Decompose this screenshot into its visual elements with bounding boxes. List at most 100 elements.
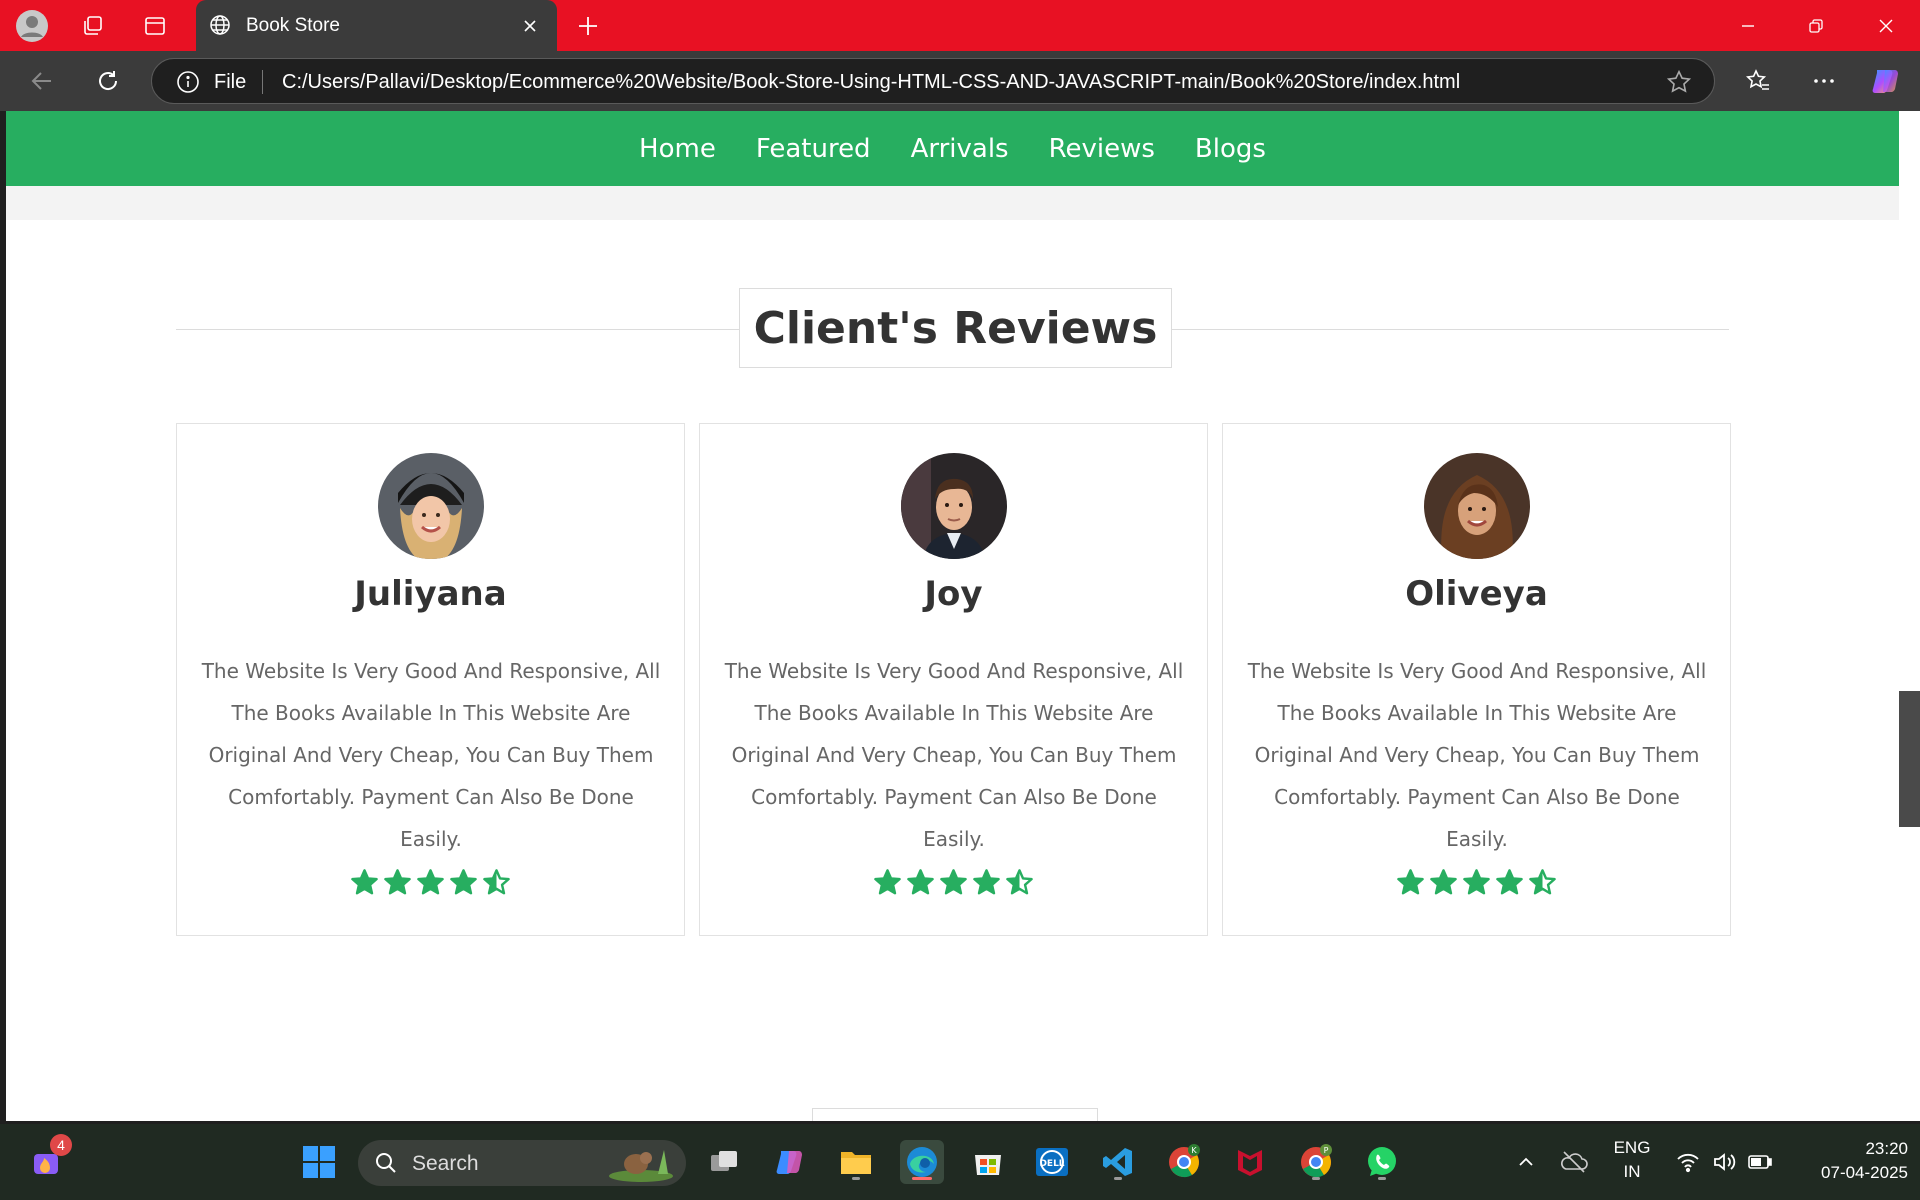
review-text: The Website Is Very Good And Responsive,…: [1247, 659, 1707, 851]
back-arrow-icon[interactable]: [22, 61, 62, 101]
copilot-app-icon[interactable]: [768, 1140, 812, 1184]
running-indicator: [852, 1177, 860, 1180]
running-indicator: [1312, 1177, 1320, 1180]
review-text: The Website Is Very Good And Responsive,…: [724, 659, 1184, 851]
refresh-icon[interactable]: [88, 61, 128, 101]
star-full-icon: [351, 869, 378, 895]
search-highlight-icon: [606, 1144, 676, 1187]
store-icon[interactable]: [966, 1140, 1010, 1184]
reviewer-avatar: [1424, 453, 1530, 559]
star-half-icon: [1529, 869, 1556, 895]
taskbar-search[interactable]: Search: [358, 1140, 686, 1186]
svg-text:P: P: [1324, 1146, 1329, 1155]
svg-text:K: K: [1191, 1146, 1197, 1155]
star-full-icon: [1397, 869, 1424, 895]
globe-icon: [208, 13, 232, 42]
section-heading: Client's Reviews: [739, 288, 1172, 368]
info-icon[interactable]: [176, 70, 200, 99]
nav-arrivals[interactable]: Arrivals: [911, 134, 1009, 164]
review-card: Oliveya The Website Is Very Good And Res…: [1222, 423, 1731, 936]
nav-featured[interactable]: Featured: [756, 134, 871, 164]
battery-icon[interactable]: [1738, 1140, 1782, 1184]
onedrive-icon[interactable]: [1552, 1140, 1596, 1184]
nav-blogs[interactable]: Blogs: [1195, 134, 1266, 164]
tab-actions-icon[interactable]: [135, 6, 175, 46]
nav-home[interactable]: Home: [639, 134, 716, 164]
dell-icon[interactable]: DELL: [1030, 1140, 1074, 1184]
favorites-icon[interactable]: [1738, 61, 1778, 101]
reviewer-name: Oliveya: [1405, 574, 1548, 614]
page-viewport: Home Featured Arrivals Reviews Blogs Cli…: [6, 111, 1920, 1121]
address-bar-row: File C:/Users/Pallavi/Desktop/Ecommerce%…: [0, 51, 1920, 111]
section-divider: [6, 186, 1899, 220]
svg-text:DELL: DELL: [1039, 1159, 1064, 1169]
star-full-icon: [973, 869, 1000, 895]
chrome-profile-p-icon[interactable]: P: [1294, 1140, 1338, 1184]
close-window-icon[interactable]: [1852, 0, 1920, 51]
clock-time: 23:20: [1865, 1139, 1908, 1158]
more-options-icon[interactable]: [1804, 61, 1844, 101]
mcafee-icon[interactable]: [1228, 1140, 1272, 1184]
review-text: The Website Is Very Good And Responsive,…: [201, 659, 661, 851]
running-indicator: [1114, 1177, 1122, 1180]
favorite-star-icon[interactable]: [1666, 69, 1692, 100]
nav-reviews[interactable]: Reviews: [1049, 134, 1155, 164]
active-indicator: [912, 1177, 932, 1180]
star-full-icon: [874, 869, 901, 895]
site-navbar: Home Featured Arrivals Reviews Blogs: [6, 111, 1899, 186]
taskbar: 4 Search DELL K P ENG IN 23:20 07-04-202…: [0, 1124, 1920, 1200]
whatsapp-icon[interactable]: [1360, 1140, 1404, 1184]
reviewer-avatar: [378, 453, 484, 559]
close-tab-icon[interactable]: [516, 12, 544, 40]
chrome-profile-k-icon[interactable]: K: [1162, 1140, 1206, 1184]
star-full-icon: [907, 869, 934, 895]
language-code: ENG: [1613, 1138, 1651, 1157]
address-scheme-label: File: [214, 71, 247, 93]
star-full-icon: [1496, 869, 1523, 895]
title-bar: Book Store: [0, 0, 1920, 51]
copilot-icon[interactable]: [1866, 61, 1906, 101]
reviewer-name: Joy: [924, 574, 983, 614]
clock[interactable]: 23:20 07-04-2025: [1790, 1139, 1908, 1183]
task-view-icon[interactable]: [702, 1140, 746, 1184]
scrollbar-track[interactable]: [1899, 111, 1920, 1121]
review-card: Joy The Website Is Very Good And Respons…: [699, 423, 1208, 936]
file-explorer-icon[interactable]: [834, 1140, 878, 1184]
star-full-icon: [417, 869, 444, 895]
address-separator: [262, 70, 263, 94]
edge-icon[interactable]: [900, 1140, 944, 1184]
tab-title: Book Store: [246, 15, 340, 36]
star-full-icon: [1463, 869, 1490, 895]
star-full-icon: [1430, 869, 1457, 895]
scrollbar-thumb[interactable]: [1899, 691, 1920, 827]
star-half-icon: [1006, 869, 1033, 895]
search-placeholder: Search: [412, 1152, 479, 1175]
star-full-icon: [384, 869, 411, 895]
start-windows-icon[interactable]: [297, 1140, 341, 1184]
language-indicator[interactable]: ENG IN: [1606, 1138, 1658, 1182]
notification-badge: 4: [50, 1134, 72, 1156]
workspaces-icon[interactable]: [73, 6, 113, 46]
reviewer-name: Juliyana: [354, 574, 507, 614]
star-full-icon: [450, 869, 477, 895]
rating-stars: [177, 868, 684, 897]
next-section-heading: [812, 1108, 1098, 1121]
minimize-icon[interactable]: [1714, 0, 1782, 51]
clock-date: 07-04-2025: [1821, 1163, 1908, 1182]
review-card: Juliyana The Website Is Very Good And Re…: [176, 423, 685, 936]
widgets-icon[interactable]: 4: [26, 1134, 72, 1184]
profile-avatar-icon[interactable]: [12, 6, 52, 46]
rating-stars: [700, 868, 1207, 897]
chevron-up-icon[interactable]: [1504, 1140, 1548, 1184]
url-text[interactable]: C:/Users/Pallavi/Desktop/Ecommerce%20Web…: [282, 71, 1460, 94]
search-icon: [374, 1151, 398, 1180]
rating-stars: [1223, 868, 1730, 897]
address-bar[interactable]: File C:/Users/Pallavi/Desktop/Ecommerce%…: [151, 58, 1715, 104]
star-half-icon: [483, 869, 510, 895]
star-full-icon: [940, 869, 967, 895]
new-tab-button[interactable]: [568, 6, 608, 46]
section-heading-text: Client's Reviews: [753, 302, 1158, 354]
restore-icon[interactable]: [1782, 0, 1850, 51]
browser-tab[interactable]: Book Store: [196, 0, 557, 51]
vscode-icon[interactable]: [1096, 1140, 1140, 1184]
